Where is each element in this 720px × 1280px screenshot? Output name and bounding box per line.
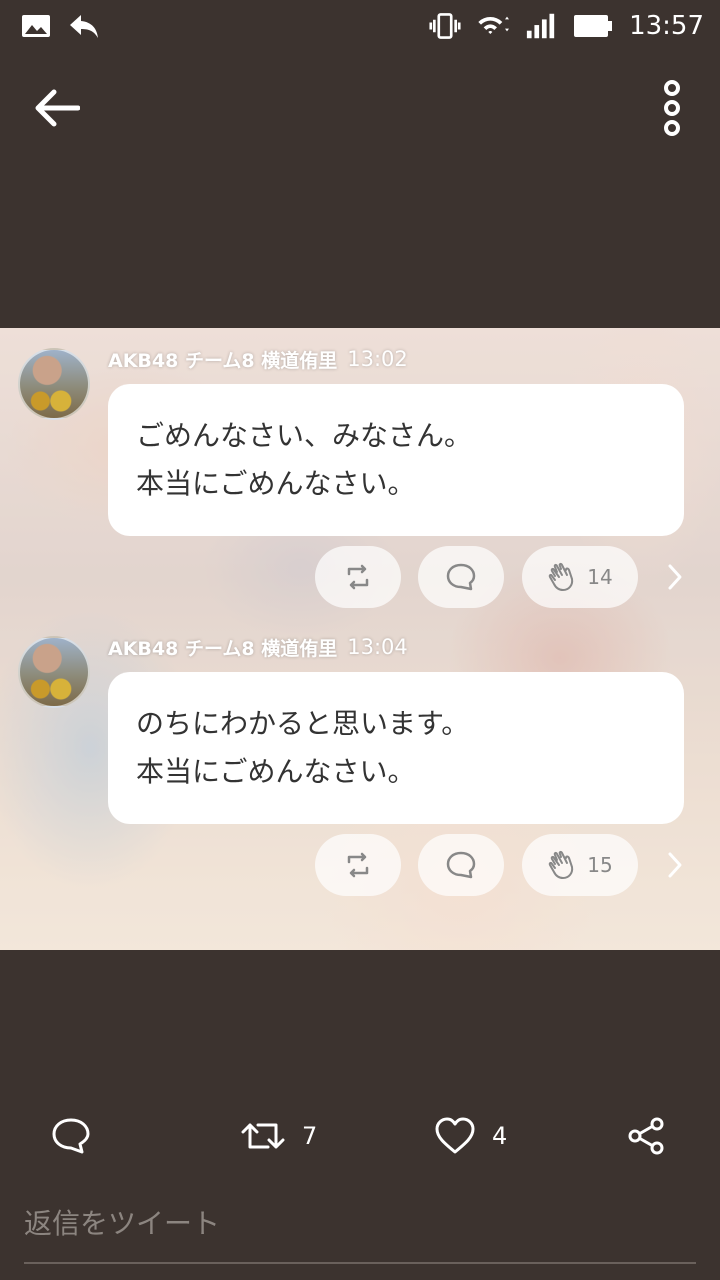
chevron-right-icon: [668, 852, 682, 878]
reply-icon: [52, 1118, 90, 1154]
tweet-image[interactable]: AKB48 チーム8 横道侑里 13:02 ごめんなさい、みなさん。 本当にごめ…: [0, 328, 720, 950]
clap-count: 15: [587, 853, 613, 877]
post-author: AKB48 チーム8 横道侑里: [108, 349, 338, 372]
more-vertical-icon: [664, 80, 680, 136]
image-post: AKB48 チーム8 横道侑里 13:02 ごめんなさい、みなさん。 本当にごめ…: [0, 342, 720, 622]
retweet-count: 7: [302, 1122, 318, 1150]
avatar: [18, 348, 90, 420]
comment-pill: [418, 546, 504, 608]
avatar: [18, 636, 90, 708]
wifi-icon: [477, 10, 510, 42]
vibrate-icon: [429, 10, 461, 42]
image-notification-icon: [20, 10, 52, 42]
comment-icon: [446, 851, 476, 879]
clap-pill: 15: [522, 834, 638, 896]
repost-pill: [315, 546, 401, 608]
clap-count: 14: [587, 565, 613, 589]
message-bubble: ごめんなさい、みなさん。 本当にごめんなさい。: [108, 384, 684, 536]
heart-icon: [435, 1117, 475, 1154]
retweet-icon: [241, 1123, 285, 1149]
message-line: 本当にごめんなさい。: [136, 755, 416, 788]
chevron-right-icon: [668, 564, 682, 590]
post-actions: 15: [0, 834, 720, 896]
more-options-button[interactable]: [648, 74, 696, 142]
image-post: AKB48 チーム8 横道侑里 13:04 のちにわかると思います。 本当にごめ…: [0, 630, 720, 910]
status-bar: 13:57: [0, 0, 720, 52]
post-time: 13:04: [347, 635, 408, 659]
comment-pill: [418, 834, 504, 896]
repost-pill: [315, 834, 401, 896]
post-meta: AKB48 チーム8 横道侑里 13:02: [108, 344, 408, 374]
clap-pill: 14: [522, 546, 638, 608]
back-button[interactable]: [24, 80, 88, 136]
post-time: 13:02: [347, 347, 408, 371]
repost-icon: [347, 564, 369, 590]
like-button[interactable]: 4: [434, 1114, 507, 1158]
clap-icon: [549, 850, 574, 879]
arrow-left-icon: [35, 89, 80, 127]
like-count: 4: [492, 1122, 508, 1150]
message-line: ごめんなさい、みなさん。: [136, 419, 473, 452]
clap-icon: [549, 562, 574, 591]
message-bubble: のちにわかると思います。 本当にごめんなさい。: [108, 672, 684, 824]
tweet-action-bar: 7 4: [0, 1104, 720, 1168]
reply-button[interactable]: [50, 1114, 92, 1158]
status-time: 13:57: [629, 11, 704, 41]
reply-notification-icon: [68, 10, 100, 42]
message-line: 本当にごめんなさい。: [136, 467, 416, 500]
repost-icon: [347, 852, 369, 878]
comment-icon: [446, 563, 476, 591]
message-line: のちにわかると思います。: [136, 707, 470, 740]
reply-input[interactable]: [24, 1178, 696, 1264]
post-meta: AKB48 チーム8 横道侑里 13:04: [108, 632, 408, 662]
retweet-button[interactable]: 7: [240, 1114, 317, 1158]
post-author: AKB48 チーム8 横道侑里: [108, 637, 338, 660]
status-right: 13:57: [429, 10, 704, 42]
status-left: [20, 10, 100, 42]
signal-icon: [525, 10, 557, 42]
share-button[interactable]: [626, 1114, 666, 1158]
app-bar: [0, 60, 720, 156]
share-icon: [628, 1117, 664, 1155]
battery-icon: [573, 10, 613, 42]
post-actions: 14: [0, 546, 720, 608]
